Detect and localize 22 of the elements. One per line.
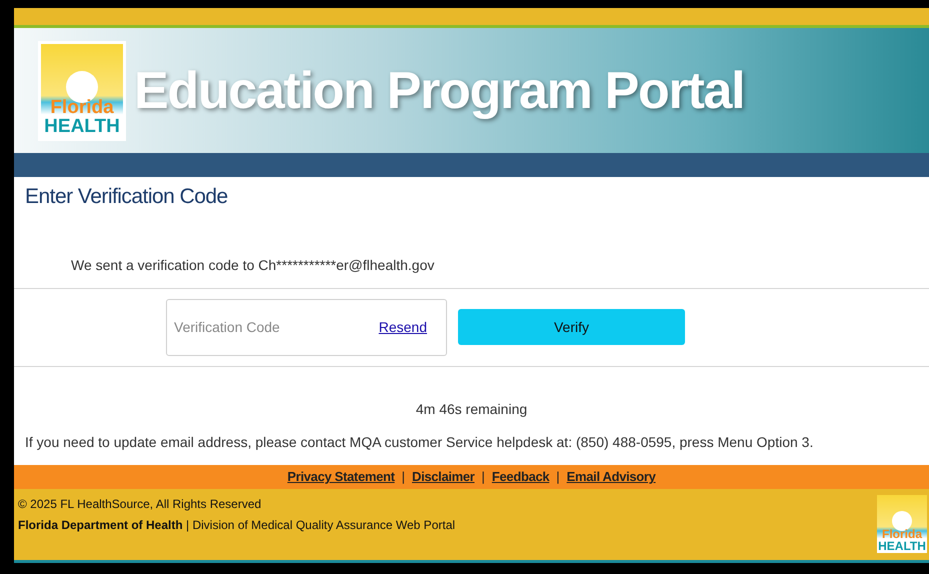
message-text: We sent a verification code to Ch***********er@flhealth.gov [71, 256, 436, 275]
separator-text: | [402, 468, 405, 486]
sun-icon [892, 511, 912, 531]
timer-text: 4m 46s remaining [414, 400, 528, 419]
footer-link[interactable]: Privacy Statement [287, 467, 395, 487]
organization-text: Florida Department of Health | Division of Medical Quality Assurance Web Portal [18, 517, 456, 534]
footer-link[interactable]: Disclaimer [412, 467, 475, 487]
logo-text: Florida [882, 528, 922, 540]
help-text: If you need to update email address, please contact MQA customer Service helpdesk at: (850) 488-0595, press Menu Option 3. [25, 432, 814, 452]
page-heading: Enter Verification Code [25, 184, 229, 210]
separator-text: | [556, 468, 560, 486]
logo-text: HEALTH [44, 116, 120, 136]
verify-button[interactable]: Verify [458, 309, 685, 345]
footer-link[interactable]: Feedback [492, 467, 550, 487]
logo-text: Florida [50, 98, 114, 116]
logo-text: HEALTH [878, 540, 926, 552]
copyright-text: © 2025 FL HealthSource, All Rights Reserved [18, 496, 262, 513]
footer-link[interactable]: Email Advisory [566, 467, 656, 487]
verification-code-field[interactable]: Verification Code Resend [166, 298, 447, 356]
resend-link[interactable]: Resend [378, 316, 427, 338]
separator-text: | [482, 468, 485, 486]
banner-title: Education Program Portal [134, 60, 744, 122]
